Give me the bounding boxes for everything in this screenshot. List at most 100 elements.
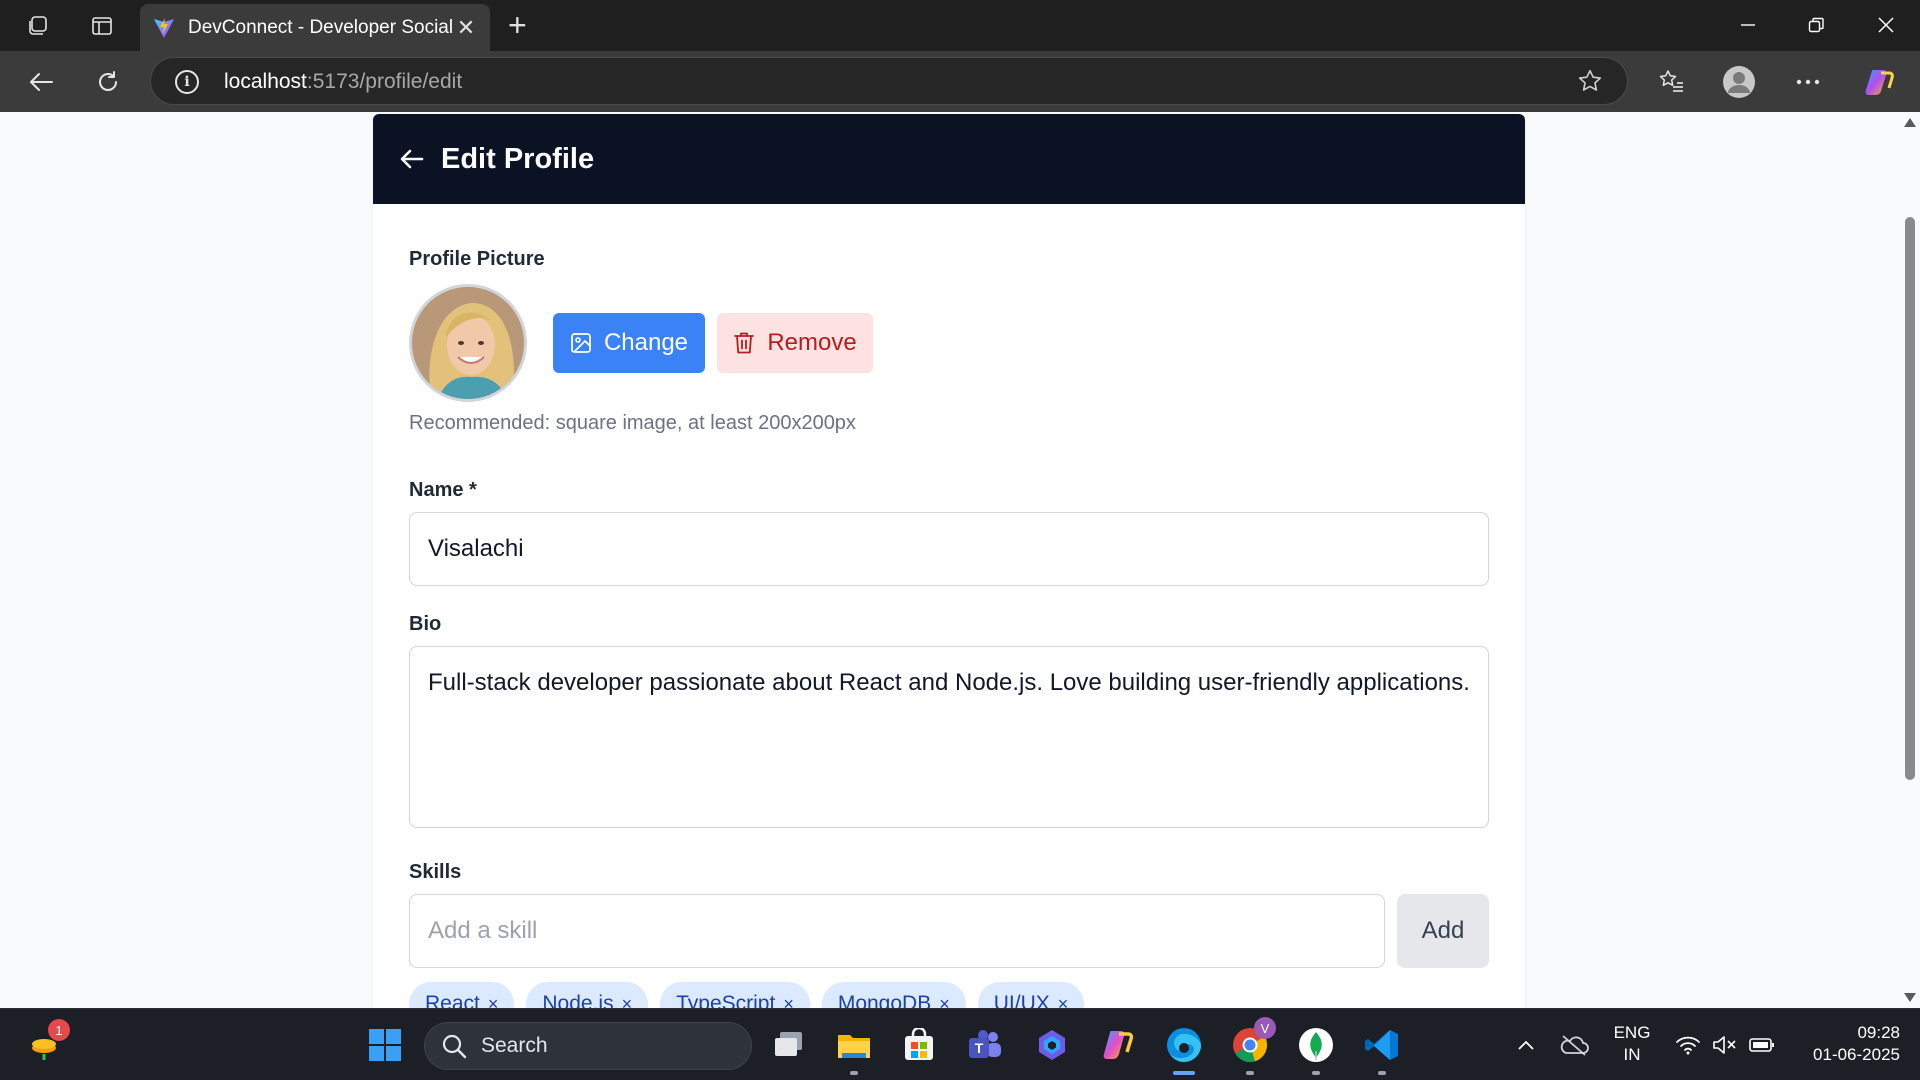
skill-chip: Node.js × (526, 982, 649, 1009)
browser-tab-active[interactable]: DevConnect - Developer Social Network ✕ (140, 4, 490, 51)
page-scrollbar[interactable] (1900, 112, 1920, 1008)
skill-chip-label: Node.js (542, 992, 614, 1008)
chip-remove-icon[interactable]: × (488, 994, 499, 1009)
chip-remove-icon[interactable]: × (622, 994, 633, 1009)
clock-date: 01-06-2025 (1813, 1045, 1900, 1064)
url-text[interactable]: localhost:5173/profile/edit (224, 70, 462, 94)
required-mark: * (469, 479, 477, 501)
chip-remove-icon[interactable]: × (1058, 994, 1069, 1009)
language-region: IN (1623, 1045, 1641, 1064)
close-window-icon[interactable] (1866, 10, 1906, 40)
image-icon (571, 333, 591, 353)
language-code: ENG (1613, 1023, 1651, 1042)
chrome-profile-badge: V (1254, 1017, 1276, 1039)
notification-badge: 1 (48, 1019, 70, 1041)
profile-picture-label: Profile Picture (409, 248, 545, 270)
scroll-up-icon[interactable] (1904, 118, 1916, 127)
copilot-app-icon[interactable] (1030, 1023, 1074, 1067)
edge-browser-icon[interactable] (1162, 1023, 1206, 1075)
bio-textarea-value: Full-stack developer passionate about Re… (428, 669, 1470, 696)
skill-chip-label: TypeScript (676, 992, 776, 1008)
minimize-icon[interactable] (1728, 10, 1768, 40)
show-hidden-icons-chevron-icon[interactable] (1504, 1023, 1548, 1067)
skill-chip: UI/UX × (977, 982, 1085, 1009)
url-path: :5173/profile/edit (306, 70, 463, 93)
running-indicator (1378, 1071, 1386, 1075)
task-view-icon[interactable] (767, 1023, 811, 1067)
restore-icon[interactable] (1796, 10, 1836, 40)
new-tab-icon[interactable]: + (508, 9, 527, 41)
remove-picture-button[interactable]: Remove (717, 313, 873, 373)
language-indicator[interactable]: ENG IN (1612, 1022, 1652, 1066)
battery-icon[interactable] (1740, 1023, 1784, 1067)
skill-chip-label: MongoDB (837, 992, 932, 1008)
file-explorer-icon[interactable] (832, 1023, 876, 1075)
change-button-label: Change (603, 329, 689, 356)
copilot-taskbar-icon[interactable] (1096, 1023, 1140, 1067)
refresh-icon[interactable] (91, 65, 125, 99)
active-app-indicator (1173, 1071, 1195, 1075)
back-arrow-icon[interactable] (399, 145, 427, 173)
page-title: Edit Profile (441, 142, 595, 175)
mongodb-compass-icon[interactable] (1294, 1023, 1338, 1075)
chrome-browser-icon[interactable]: V (1228, 1017, 1276, 1075)
name-label: Name * (409, 479, 477, 502)
search-label: Search (481, 1034, 548, 1057)
favorite-star-icon[interactable] (1577, 68, 1603, 99)
vscode-icon[interactable] (1360, 1023, 1404, 1075)
tab-title: DevConnect - Developer Social Network (188, 16, 454, 38)
skill-chip: TypeScript × (660, 982, 810, 1008)
skill-input[interactable]: Add a skill (409, 894, 1385, 968)
running-indicator (1312, 1071, 1320, 1075)
remove-button-label: Remove (767, 329, 857, 356)
browser-toolbar: i localhost:5173/profile/edit (0, 51, 1920, 112)
workspaces-icon[interactable] (24, 12, 52, 40)
favorites-icon[interactable] (1655, 65, 1689, 99)
scrollbar-thumb[interactable] (1905, 217, 1915, 780)
widgets-icon[interactable]: 1 (24, 1019, 70, 1067)
change-picture-button[interactable]: Change (553, 313, 705, 373)
browser-titlebar: DevConnect - Developer Social Network ✕ … (0, 0, 1920, 51)
skill-chip-label: React (425, 992, 480, 1008)
url-host: localhost (224, 70, 307, 93)
bio-label: Bio (409, 613, 442, 635)
picture-hint-text: Recommended: square image, at least 200x… (409, 412, 856, 434)
chip-remove-icon[interactable]: × (939, 994, 950, 1009)
name-label-text: Name (409, 479, 464, 501)
start-icon[interactable] (363, 1023, 407, 1067)
microsoft-store-icon[interactable] (897, 1023, 941, 1067)
bio-textarea[interactable]: Full-stack developer passionate about Re… (409, 646, 1489, 828)
page-viewport: Edit Profile Profile Picture Change Remo… (0, 112, 1920, 1008)
scroll-down-icon[interactable] (1904, 993, 1916, 1002)
profile-avatar-icon[interactable] (1722, 65, 1756, 99)
name-field-value: Visalachi (428, 535, 524, 562)
skill-chips: React × Node.js × TypeScript × MongoDB × UI/… (409, 982, 1085, 1009)
name-field[interactable]: Visalachi (409, 512, 1489, 586)
copilot-icon[interactable] (1862, 65, 1896, 99)
edit-profile-card: Edit Profile Profile Picture Change Remo… (373, 114, 1525, 1008)
skill-input-placeholder: Add a skill (428, 917, 538, 944)
profile-avatar (409, 284, 527, 402)
clock[interactable]: 09:28 01-06-2025 (1790, 1022, 1900, 1066)
skills-label: Skills (409, 861, 462, 883)
onedrive-offline-icon[interactable] (1552, 1023, 1596, 1067)
taskbar-search[interactable]: Search (424, 1022, 752, 1070)
svg-text:T: T (975, 1040, 984, 1056)
add-skill-button[interactable]: Add (1397, 894, 1489, 968)
site-info-icon[interactable]: i (175, 70, 199, 94)
vertical-tabs-icon[interactable] (88, 12, 116, 40)
trash-icon (734, 332, 755, 354)
running-indicator (1246, 1071, 1254, 1075)
address-bar[interactable]: i localhost:5173/profile/edit (150, 57, 1628, 105)
vite-favicon-icon (154, 17, 174, 38)
windows-taskbar: 1 Search T V ENG IN 09:28 01-06-2025 (0, 1008, 1920, 1080)
running-indicator (850, 1071, 858, 1075)
more-options-icon[interactable] (1791, 65, 1825, 99)
skill-chip: React × (409, 982, 515, 1009)
teams-icon[interactable]: T (963, 1023, 1007, 1067)
tab-close-icon[interactable]: ✕ (454, 15, 478, 41)
search-icon (442, 1034, 467, 1059)
back-icon[interactable] (24, 65, 58, 99)
chip-remove-icon[interactable]: × (783, 994, 794, 1009)
skill-chip-label: UI/UX (993, 992, 1050, 1008)
